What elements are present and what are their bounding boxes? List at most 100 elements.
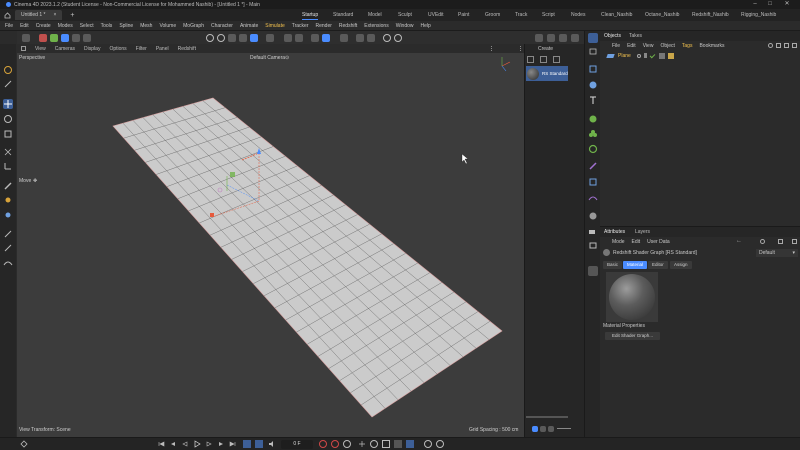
- layout-tab-startup[interactable]: Startup: [302, 10, 319, 20]
- sound-icon[interactable]: [268, 440, 276, 448]
- timeline-toggle-icon[interactable]: [20, 440, 28, 448]
- autokey-icon[interactable]: [331, 440, 339, 448]
- brush-tool-icon[interactable]: [3, 229, 13, 239]
- keyframe-selection-icon[interactable]: [343, 440, 351, 448]
- key-param-icon[interactable]: [394, 440, 402, 448]
- current-frame-field[interactable]: 0 F: [281, 440, 313, 449]
- gizmo-plane-handle[interactable]: [230, 172, 235, 177]
- layout-tab-rigging-nashib[interactable]: Rigging_Nashib: [741, 10, 776, 20]
- material-view-icon[interactable]: [532, 426, 538, 432]
- material-create-menu[interactable]: Create: [538, 46, 553, 52]
- projection-label[interactable]: Perspective: [19, 55, 45, 61]
- viewport-menu-display[interactable]: Display: [84, 46, 100, 52]
- settings-icon[interactable]: [295, 33, 303, 42]
- object-mode-icon[interactable]: [217, 33, 225, 42]
- phong-tag-icon[interactable]: [658, 52, 665, 59]
- key-scale-icon[interactable]: [382, 440, 390, 448]
- menu-character[interactable]: Character: [211, 23, 233, 29]
- menu-extensions[interactable]: Extensions: [364, 23, 388, 29]
- material-grid-icon[interactable]: [540, 426, 546, 432]
- viewport-menu-panel[interactable]: Panel: [156, 46, 169, 52]
- knife-tool-icon[interactable]: [3, 181, 13, 191]
- home-icon[interactable]: [3, 11, 12, 20]
- cloner-icon[interactable]: [588, 129, 598, 139]
- tab-takes[interactable]: Takes: [629, 33, 642, 39]
- add-tab-button[interactable]: +: [70, 12, 74, 19]
- 3d-viewport[interactable]: Perspective Default Camera ⊙ Move ✥ View…: [17, 53, 524, 438]
- material-tag-icon[interactable]: [667, 52, 674, 59]
- go-to-start-icon[interactable]: [157, 440, 165, 448]
- close-button[interactable]: ✕: [772, 0, 800, 9]
- obj-menu-bookmarks[interactable]: Bookmarks: [699, 43, 724, 49]
- viewport-menu-icon[interactable]: [21, 46, 26, 51]
- sphere-icon[interactable]: [588, 80, 598, 90]
- undo-icon[interactable]: [22, 33, 30, 42]
- previous-key-icon[interactable]: [169, 440, 177, 448]
- transfer-tool-icon[interactable]: [3, 147, 13, 157]
- edit-shader-graph-button[interactable]: Edit Shader Graph...: [605, 332, 661, 340]
- material-size-slider[interactable]: [557, 428, 571, 429]
- layout-tab-script[interactable]: Script: [542, 10, 555, 20]
- deformer-icon[interactable]: [588, 161, 598, 171]
- viewport-menu-options[interactable]: Options: [109, 46, 126, 52]
- material-panel-scrollbar[interactable]: [526, 416, 568, 418]
- obj-menu-view[interactable]: View: [643, 43, 654, 49]
- go-to-end-icon[interactable]: [229, 440, 237, 448]
- close-tab-icon[interactable]: ×: [53, 12, 56, 18]
- layout-tab-octane-nashib[interactable]: Octane_Nashib: [645, 10, 679, 20]
- play-icon[interactable]: [193, 440, 201, 448]
- layout-tab-track[interactable]: Track: [515, 10, 527, 20]
- tab-layers[interactable]: Layers: [635, 229, 650, 235]
- axis-tool-icon[interactable]: [3, 161, 13, 171]
- layout-tab-nodes[interactable]: Nodes: [571, 10, 585, 20]
- snap-settings-icon[interactable]: [83, 33, 91, 42]
- layout-tab-model[interactable]: Model: [368, 10, 382, 20]
- visibility-toggle-icon[interactable]: [643, 53, 647, 58]
- snap-icon[interactable]: [322, 33, 330, 42]
- menu-file[interactable]: File: [5, 23, 13, 29]
- attr-menu-edit[interactable]: Edit: [632, 239, 641, 245]
- obj-menu-tags[interactable]: Tags: [682, 43, 693, 49]
- gizmo-x-handle[interactable]: [210, 213, 214, 217]
- camera-icon[interactable]: ⊙: [285, 55, 289, 61]
- material-list-icon[interactable]: [548, 426, 554, 432]
- obj-filter-icon[interactable]: [784, 43, 789, 48]
- solo-icon[interactable]: [284, 33, 292, 42]
- attr-lock-icon[interactable]: [778, 239, 783, 244]
- tweak-icon[interactable]: [3, 79, 13, 89]
- layout-tab-standard[interactable]: Standard: [333, 10, 353, 20]
- material-tile[interactable]: RS Standard: [526, 66, 568, 81]
- spline-primitive-icon[interactable]: [588, 193, 598, 203]
- layer-dot-icon[interactable]: [636, 53, 641, 58]
- obj-search-icon[interactable]: [768, 43, 773, 48]
- render-picture-viewer-icon[interactable]: [394, 33, 402, 42]
- environment-icon[interactable]: [588, 211, 598, 221]
- layout-tab-groom[interactable]: Groom: [485, 10, 500, 20]
- menu-tools[interactable]: Tools: [101, 23, 113, 29]
- spline-tool-icon[interactable]: [3, 258, 13, 268]
- plane-mesh[interactable]: [112, 97, 503, 418]
- viewport-nav-icons[interactable]: [491, 46, 521, 51]
- menu-create[interactable]: Create: [36, 23, 51, 29]
- pen-tool-icon[interactable]: [3, 243, 13, 253]
- move-tool-icon[interactable]: [3, 99, 13, 109]
- obj-menu-edit[interactable]: Edit: [627, 43, 636, 49]
- layout-tab-paint[interactable]: Paint: [458, 10, 469, 20]
- axis-y-lock-icon[interactable]: [50, 33, 58, 42]
- layout-tab-uvedit[interactable]: UVEdit: [428, 10, 444, 20]
- timeline-settings-icon[interactable]: [424, 440, 432, 448]
- document-tab[interactable]: Untitled 1 * ×: [15, 10, 63, 20]
- obj-home-icon[interactable]: [776, 43, 781, 48]
- uv-mode-icon[interactable]: [266, 33, 274, 42]
- axis-x-lock-icon[interactable]: [39, 33, 47, 42]
- menu-simulate[interactable]: Simulate: [265, 23, 284, 29]
- render-to-po-icon[interactable]: [571, 34, 579, 42]
- key-position-icon[interactable]: [358, 440, 366, 448]
- menu-mesh[interactable]: Mesh: [140, 23, 152, 29]
- layout-tab-sculpt[interactable]: Sculpt: [398, 10, 412, 20]
- material-add-icon[interactable]: [527, 56, 534, 63]
- cube-icon[interactable]: [588, 64, 598, 74]
- viewport-menu-cameras[interactable]: Cameras: [55, 46, 75, 52]
- text-icon[interactable]: [588, 95, 598, 105]
- interactive-render-icon[interactable]: [367, 33, 375, 42]
